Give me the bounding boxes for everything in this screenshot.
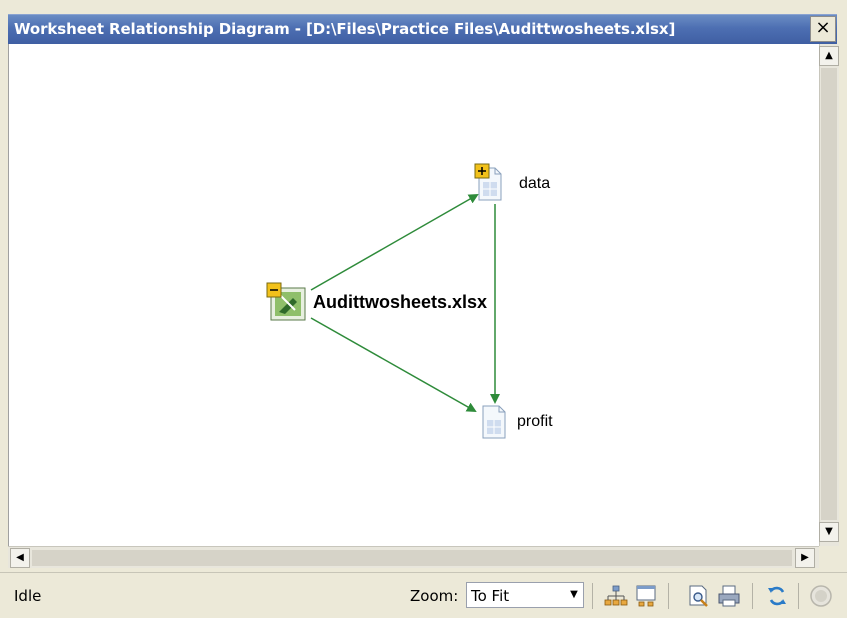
zoom-value: To Fit <box>471 587 510 605</box>
scroll-right-button[interactable]: ▶ <box>795 548 815 568</box>
profit-node-label[interactable]: profit <box>517 413 553 431</box>
horizontal-scroll-thumb[interactable] <box>32 550 792 566</box>
scroll-up-button[interactable]: ▲ <box>819 46 839 66</box>
window-title: Worksheet Relationship Diagram - [D:\Fil… <box>14 20 676 38</box>
scroll-left-button[interactable]: ◀ <box>10 548 30 568</box>
close-button[interactable]: × <box>810 16 836 42</box>
toolbar-separator <box>668 583 669 609</box>
toolbar-separator <box>798 583 799 609</box>
tree-layout-icon[interactable] <box>603 583 629 609</box>
status-text: Idle <box>14 587 42 605</box>
data-node-label[interactable]: data <box>519 175 550 193</box>
worksheet-relationship-window: Worksheet Relationship Diagram - [D:\Fil… <box>0 0 847 618</box>
status-bar: Idle Zoom: To Fit ▼ <box>0 572 847 618</box>
expand-data-icon[interactable] <box>474 163 490 179</box>
toolbar-separator <box>592 583 593 609</box>
root-node-label[interactable]: Audittwosheets.xlsx <box>313 292 487 313</box>
horizontal-scrollbar[interactable]: ◀ ▶ <box>8 546 819 568</box>
toolbar-separator <box>752 583 753 609</box>
diagram-canvas: Audittwosheets.xlsx data profit <box>8 44 819 546</box>
graph-layout-icon[interactable] <box>634 583 660 609</box>
zoom-dropdown[interactable]: To Fit ▼ <box>466 582 584 608</box>
edge-root-to-data <box>310 194 479 291</box>
stop-icon[interactable] <box>808 583 834 609</box>
scroll-down-button[interactable]: ▼ <box>819 522 839 542</box>
print-icon[interactable] <box>716 583 742 609</box>
title-bar: Worksheet Relationship Diagram - [D:\Fil… <box>8 14 837 44</box>
collapse-root-icon[interactable] <box>266 282 282 298</box>
vertical-scrollbar[interactable]: ▲ ▼ <box>819 44 839 546</box>
scrollbar-corner <box>819 546 839 568</box>
refresh-icon[interactable] <box>764 583 790 609</box>
print-preview-icon[interactable] <box>686 583 712 609</box>
worksheet-profit-icon[interactable] <box>482 405 506 439</box>
chevron-down-icon[interactable]: ▼ <box>565 583 583 607</box>
zoom-label: Zoom: <box>410 587 459 605</box>
edge-root-to-profit <box>310 317 477 412</box>
vertical-scroll-thumb[interactable] <box>821 68 837 520</box>
